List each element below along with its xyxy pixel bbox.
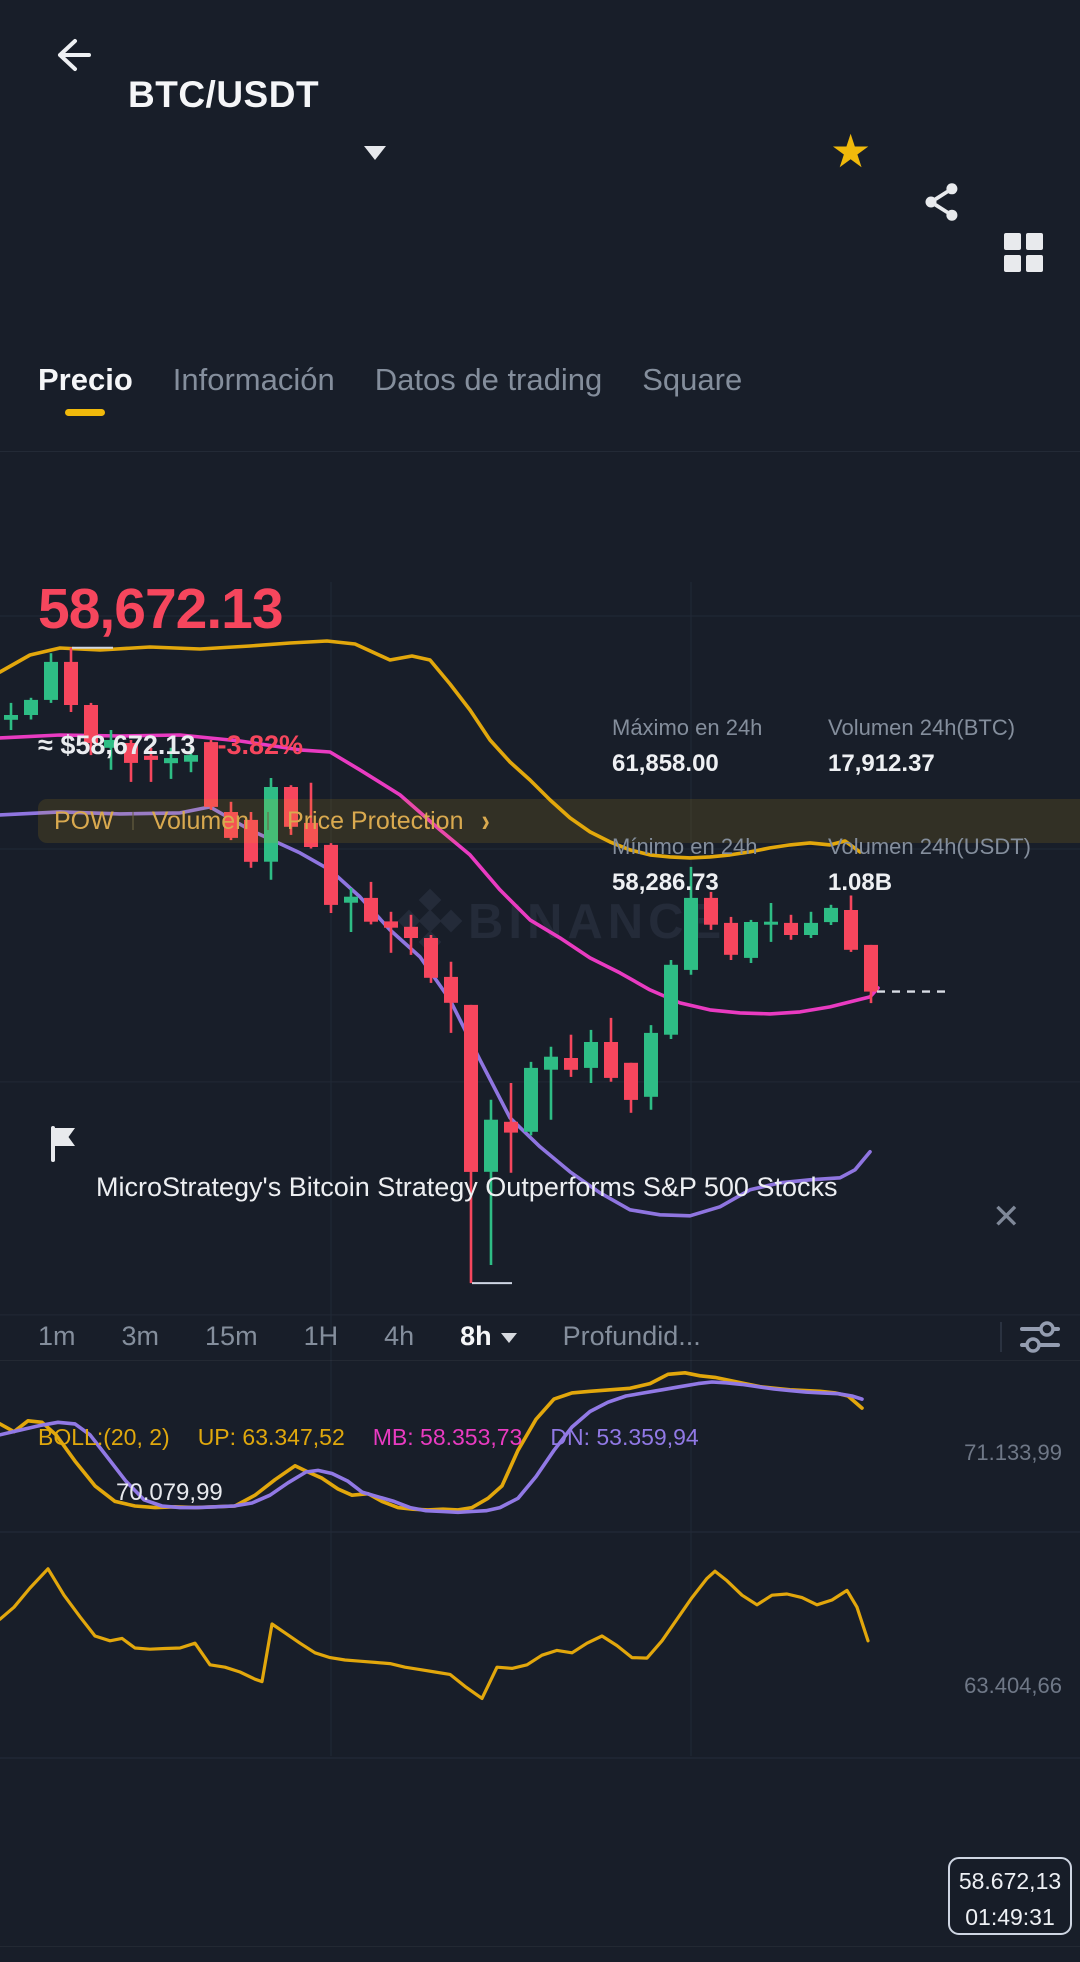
chart-settings-area bbox=[1000, 1317, 1080, 1357]
boll-params: BOLL:(20, 2) bbox=[38, 1424, 170, 1450]
news-close-icon[interactable]: ✕ bbox=[992, 1197, 1080, 1237]
token-tag[interactable]: Price Protection bbox=[287, 807, 463, 836]
tab-datos-de-trading[interactable]: Datos de trading bbox=[375, 354, 602, 424]
markets-grid-icon[interactable] bbox=[1004, 233, 1080, 272]
timeframe-3m[interactable]: 3m bbox=[122, 1321, 160, 1352]
timeframe-4h[interactable]: 4h bbox=[384, 1321, 414, 1352]
stat-label: Máximo en 24h bbox=[612, 715, 763, 740]
price-chart-canvas[interactable]: BINANCE bbox=[0, 0, 1080, 1962]
stat-value: 61,858.00 bbox=[612, 750, 719, 777]
boll-dn-value: DN: 53.359,94 bbox=[550, 1424, 699, 1450]
timeframe-8h[interactable]: 8h bbox=[460, 1321, 517, 1352]
timeframe-1h[interactable]: 1H bbox=[304, 1321, 339, 1352]
timeframe-bar: 1m 3m 15m 1H 4h 8h Profundid... bbox=[0, 1313, 1080, 1361]
active-tab-underline bbox=[65, 409, 106, 416]
tab-precio[interactable]: Precio bbox=[38, 354, 133, 424]
price-change-24h: -3.82% bbox=[217, 730, 304, 760]
stat-value: 17,912.37 bbox=[828, 750, 935, 777]
timeframe-1m[interactable]: 1m bbox=[38, 1321, 76, 1352]
marked-high-label: 70.079,99 bbox=[116, 1479, 223, 1506]
current-price-tag: 58.672,13 01:49:31 bbox=[948, 1857, 1072, 1935]
share-icon[interactable] bbox=[920, 180, 1080, 229]
stat-label: Volumen 24h(USDT) bbox=[828, 834, 1031, 859]
tags-chevron-icon: › bbox=[481, 802, 490, 838]
tab-square[interactable]: Square bbox=[642, 354, 742, 424]
token-tag[interactable]: POW bbox=[54, 807, 114, 836]
top-tab-bar: Precio Información Datos de trading Square bbox=[0, 354, 1080, 452]
price-fiat-approx: ≈ $58,672.13 bbox=[38, 730, 196, 760]
boll-mb-value: MB: 58.353,73 bbox=[372, 1424, 523, 1450]
countdown-timer: 01:49:31 bbox=[965, 1903, 1055, 1930]
stat-value: 58,286.73 bbox=[612, 869, 719, 896]
timeframe-15m[interactable]: 15m bbox=[205, 1321, 258, 1352]
price-axis-label: 71.133,99 bbox=[964, 1440, 1062, 1465]
boll-up-value: UP: 63.347,52 bbox=[197, 1424, 345, 1450]
bottom-divider bbox=[0, 1946, 1080, 1947]
pair-dropdown-caret-icon[interactable] bbox=[364, 146, 386, 160]
last-price: 58,672.13 bbox=[38, 577, 284, 641]
announcement-icon bbox=[44, 1123, 1080, 1170]
stat-24h: Mínimo en 24h 58,286.73 bbox=[612, 834, 828, 897]
stats-24h-grid: Máximo en 24h 61,858.00 Volumen 24h(BTC) 17… bbox=[612, 715, 1080, 897]
stat-label: Mínimo en 24h bbox=[612, 834, 758, 859]
pair-title[interactable]: BTC/USDT bbox=[128, 74, 1080, 116]
news-headline[interactable]: MicroStrategy's Bitcoin Strategy Outperf… bbox=[96, 1172, 956, 1203]
vertical-divider bbox=[1000, 1321, 1002, 1352]
favorite-star-icon[interactable]: ★ bbox=[830, 128, 1080, 174]
stat-value: 1.08B bbox=[828, 869, 893, 896]
token-tag[interactable]: Volumen bbox=[152, 807, 249, 836]
back-button[interactable] bbox=[48, 32, 94, 78]
current-price-value: 58.672,13 bbox=[958, 1868, 1062, 1894]
tag-separator bbox=[131, 812, 134, 830]
timeframe-profundid-[interactable]: Profundid... bbox=[563, 1321, 701, 1352]
stat-24h: Volumen 24h(USDT) 1.08B bbox=[828, 834, 1068, 897]
tag-separator bbox=[267, 812, 270, 830]
timeframe-caret-icon bbox=[500, 1333, 517, 1343]
stat-label: Volumen 24h(BTC) bbox=[828, 715, 1016, 740]
tab-informaci-n[interactable]: Información bbox=[173, 354, 335, 424]
stat-24h: Máximo en 24h 61,858.00 bbox=[612, 715, 828, 778]
boll-legend: BOLL:(20, 2) UP: 63.347,52 MB: 58.353,73… bbox=[38, 1424, 1080, 1451]
back-arrow-icon bbox=[58, 39, 91, 71]
stat-24h: Volumen 24h(BTC) 17,912.37 bbox=[828, 715, 1068, 778]
binance-price-screen: BINANCE BTC/USDT ★ Precio Información Dato… bbox=[0, 0, 1080, 1962]
price-axis-label: 63.404,66 bbox=[964, 1672, 1062, 1698]
indicator-settings-icon[interactable] bbox=[1018, 1317, 1062, 1357]
